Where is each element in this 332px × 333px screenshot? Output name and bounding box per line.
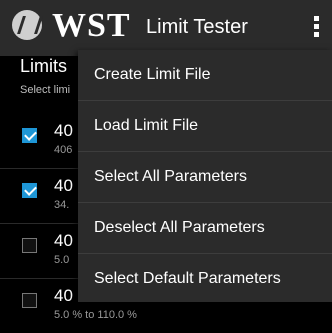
- section-subtitle: Select limi: [20, 84, 71, 96]
- list-item-title: 40: [54, 231, 73, 250]
- list-item-subtitle: 34.: [54, 199, 70, 211]
- checkbox[interactable]: [22, 238, 37, 253]
- app-title: Limit Tester: [146, 16, 248, 38]
- action-bar: WST Limit Tester: [0, 0, 332, 56]
- list-item-title: 40: [54, 121, 73, 140]
- list-item-title: 40: [54, 176, 73, 195]
- menu-item-create-limit-file[interactable]: Create Limit File: [78, 50, 332, 101]
- overflow-menu-icon[interactable]: [314, 16, 320, 40]
- list-item-subtitle: 406: [54, 144, 73, 156]
- menu-item-deselect-all-parameters[interactable]: Deselect All Parameters: [78, 203, 332, 254]
- brand-logo-text: WST: [52, 7, 131, 44]
- list-item-subtitle: 5.0 % to 110.0 %: [54, 309, 137, 321]
- menu-item-select-default-parameters[interactable]: Select Default Parameters: [78, 254, 332, 304]
- list-item-title: 40: [54, 286, 73, 305]
- menu-item-load-limit-file[interactable]: Load Limit File: [78, 101, 332, 152]
- checkbox[interactable]: [22, 128, 37, 143]
- section-title: Limits: [20, 56, 68, 76]
- overflow-menu: Create Limit File Load Limit File Select…: [78, 50, 332, 302]
- checkbox[interactable]: [22, 183, 37, 198]
- list-item-subtitle: 5.0: [54, 254, 70, 266]
- app-logo-icon: [12, 10, 42, 40]
- checkbox[interactable]: [22, 293, 37, 308]
- menu-item-select-all-parameters[interactable]: Select All Parameters: [78, 152, 332, 203]
